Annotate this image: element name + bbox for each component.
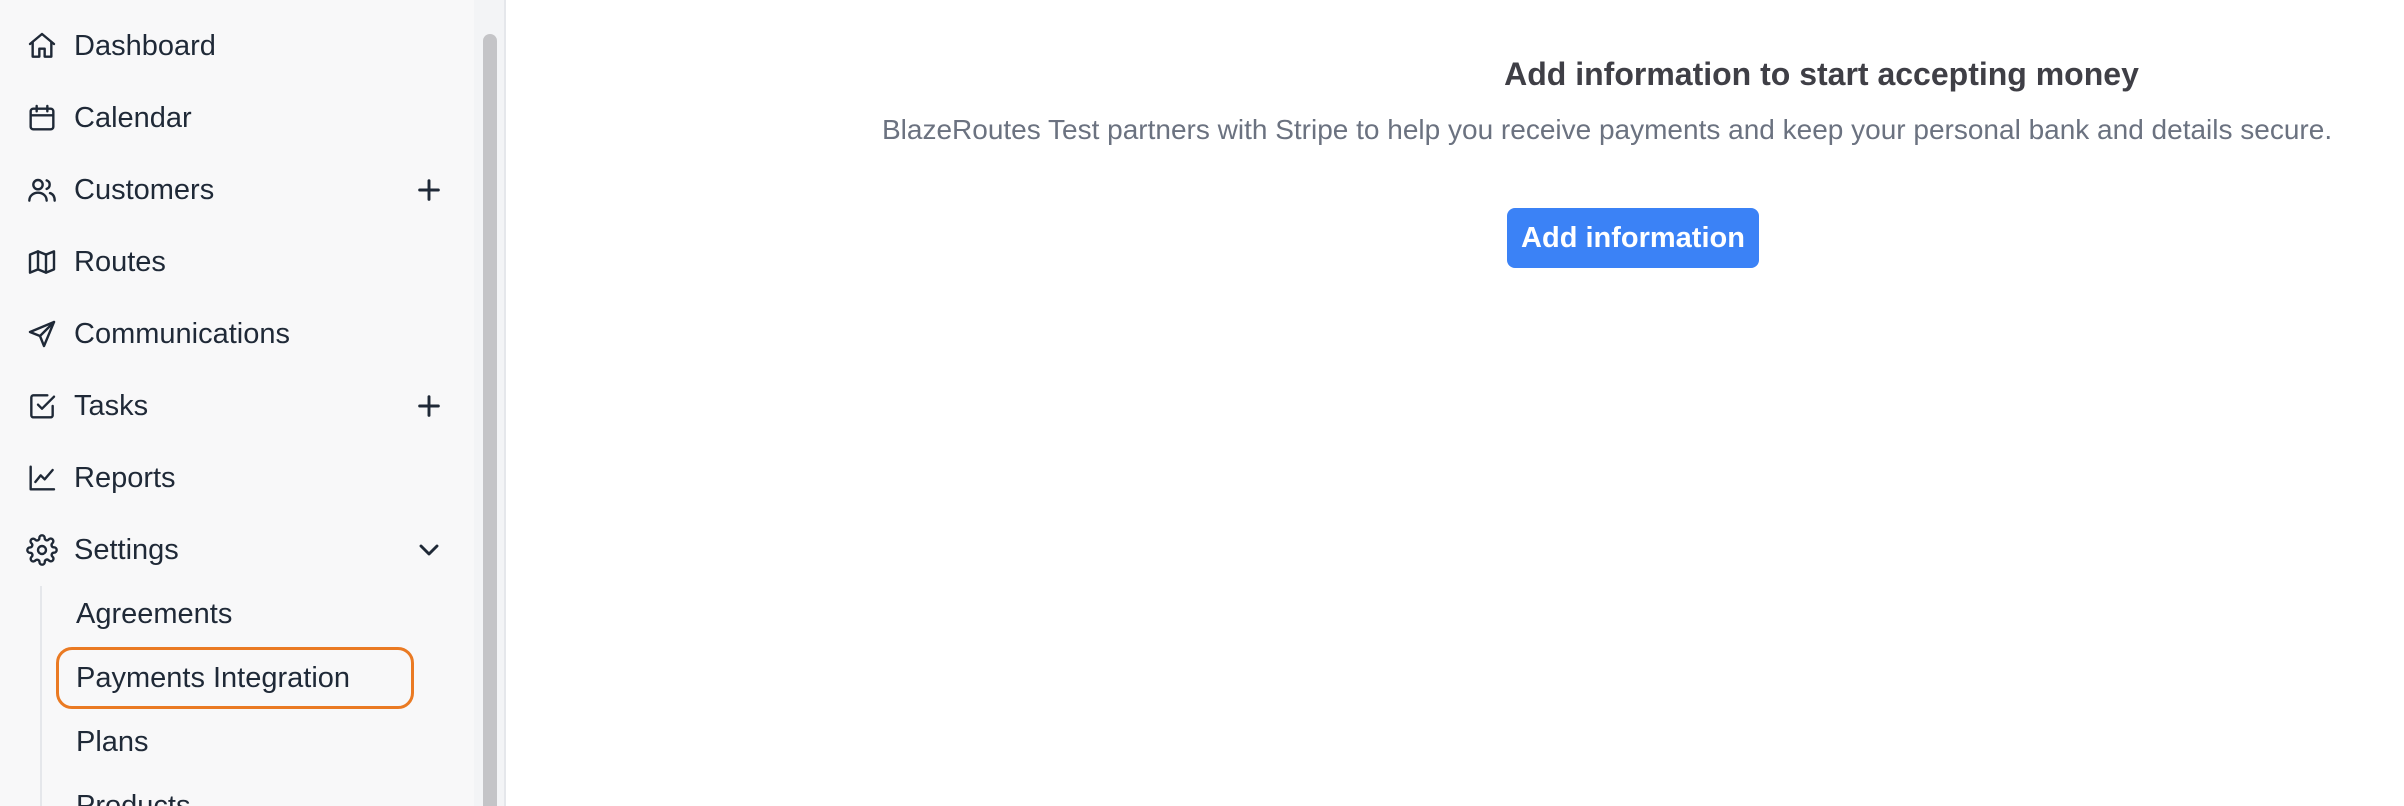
add-customer-plus-icon[interactable]: [413, 174, 445, 206]
sidebar-subitem-payments-integration[interactable]: Payments Integration: [56, 647, 414, 709]
sidebar-item-label: Routes: [74, 245, 166, 278]
sidebar-item-communications[interactable]: Communications: [0, 307, 470, 361]
sidebar-subitem-plans[interactable]: Plans: [56, 711, 149, 773]
sidebar-item-label: Customers: [74, 173, 215, 206]
sidebar-item-reports[interactable]: Reports: [0, 451, 470, 505]
sidebar-item-customers[interactable]: Customers: [0, 163, 470, 217]
page-title: Add information to start accepting money: [1504, 56, 2139, 92]
send-icon: [26, 318, 58, 350]
sidebar-subitem-agreements[interactable]: Agreements: [56, 583, 232, 645]
sidebar-item-tasks[interactable]: Tasks: [0, 379, 470, 433]
chevron-down-icon[interactable]: [413, 534, 445, 566]
sidebar-item-label: Calendar: [74, 101, 192, 134]
sidebar-subitem-products[interactable]: Products: [56, 775, 190, 806]
add-information-button[interactable]: Add information: [1507, 208, 1759, 268]
map-icon: [26, 246, 58, 278]
gear-icon: [26, 534, 58, 566]
sidebar-item-settings[interactable]: Settings: [0, 523, 470, 577]
sidebar-item-label: Communications: [74, 317, 290, 350]
sidebar: Dashboard Calendar Customers Routes Comm…: [0, 0, 476, 806]
page-description: BlazeRoutes Test partners with Stripe to…: [882, 114, 2333, 145]
sidebar-item-label: Settings: [74, 533, 179, 566]
sidebar-item-routes[interactable]: Routes: [0, 235, 470, 289]
main-content: Add information to start accepting money…: [506, 0, 2404, 806]
line-chart-icon: [26, 462, 58, 494]
users-icon: [26, 174, 58, 206]
sidebar-item-dashboard[interactable]: Dashboard: [0, 19, 470, 73]
sidebar-item-label: Tasks: [74, 389, 149, 422]
sidebar-scrollbar[interactable]: [474, 0, 506, 806]
settings-submenu-line: [40, 586, 42, 806]
sidebar-item-calendar[interactable]: Calendar: [0, 91, 470, 145]
add-task-plus-icon[interactable]: [413, 390, 445, 422]
app-window: Dashboard Calendar Customers Routes Comm…: [0, 0, 2404, 806]
scrollbar-thumb[interactable]: [483, 34, 497, 806]
sidebar-item-label: Reports: [74, 461, 176, 494]
sidebar-item-label: Dashboard: [74, 29, 216, 62]
calendar-icon: [26, 102, 58, 134]
check-square-icon: [26, 390, 58, 422]
home-icon: [26, 30, 58, 62]
